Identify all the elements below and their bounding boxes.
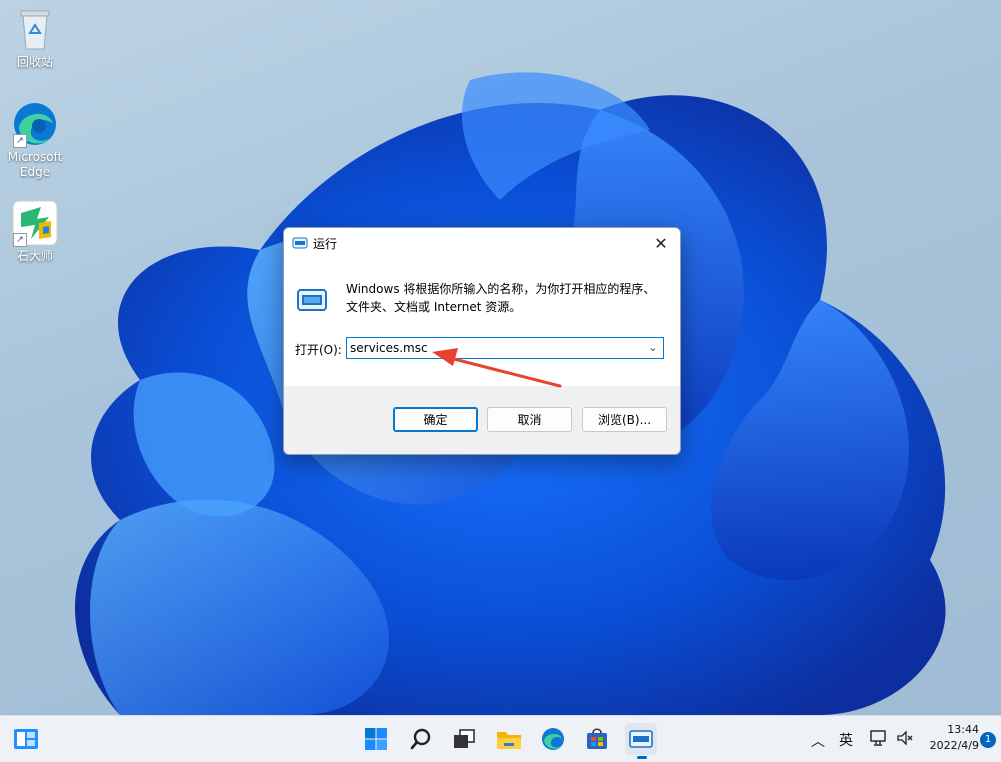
open-input[interactable]	[350, 340, 640, 356]
shortcut-arrow-icon: ↗	[13, 233, 27, 247]
network-icon	[870, 730, 888, 746]
desktop-icon-edge[interactable]: ↗ Microsoft Edge	[0, 100, 70, 180]
search-button[interactable]	[405, 723, 437, 755]
ime-indicator[interactable]: 英	[839, 730, 853, 750]
taskbar: ︿ 英 13:44 2022/4/9 1	[0, 715, 1001, 762]
close-icon: ✕	[654, 234, 667, 253]
dialog-titlebar[interactable]: 运行 ✕	[284, 228, 680, 258]
network-button[interactable]	[870, 730, 888, 749]
volume-button[interactable]	[896, 730, 914, 749]
edge-icon	[541, 727, 565, 751]
browse-button[interactable]: 浏览(B)...	[582, 407, 667, 432]
search-icon	[410, 728, 432, 750]
close-button[interactable]: ✕	[642, 228, 680, 258]
active-indicator	[637, 756, 647, 759]
desktop-icon-label: 回收站	[17, 55, 53, 69]
desktop-icon-label: 石大师	[17, 249, 53, 263]
widgets-icon	[13, 728, 39, 750]
volume-muted-icon	[896, 730, 914, 746]
run-dialog: 运行 ✕ Windows 将根据你所输入的名称，为你打开相应的程序、文件夹、文档…	[283, 227, 681, 455]
dialog-description: Windows 将根据你所输入的名称，为你打开相应的程序、文件夹、文档或 Int…	[346, 280, 666, 316]
run-taskbar-button[interactable]	[625, 723, 657, 755]
open-combobox[interactable]: ⌄	[346, 337, 664, 359]
shortcut-arrow-icon: ↗	[13, 134, 27, 148]
start-icon	[364, 727, 388, 751]
store-button[interactable]	[581, 723, 613, 755]
show-hidden-icons-button[interactable]: ︿	[811, 731, 825, 751]
store-icon	[585, 727, 609, 751]
dialog-body: Windows 将根据你所输入的名称，为你打开相应的程序、文件夹、文档或 Int…	[284, 258, 680, 386]
dialog-title: 运行	[313, 235, 337, 252]
clock-date: 2022/4/9	[930, 738, 979, 754]
clock[interactable]: 13:44 2022/4/9	[930, 722, 979, 754]
desktop-icon-recycle-bin[interactable]: 回收站	[0, 5, 70, 70]
clock-time: 13:44	[930, 722, 979, 738]
widgets-button[interactable]	[10, 723, 42, 755]
recycle-bin-icon	[11, 5, 59, 53]
chevron-down-icon[interactable]: ⌄	[646, 340, 660, 356]
ok-button[interactable]: 确定	[393, 407, 478, 432]
start-button[interactable]	[360, 723, 392, 755]
desktop: 回收站 ↗ Microsoft Edge ↗ 石大师	[0, 0, 1001, 715]
cancel-button[interactable]: 取消	[487, 407, 572, 432]
chevron-up-icon: ︿	[811, 734, 825, 750]
task-view-button[interactable]	[448, 723, 480, 755]
edge-icon: ↗	[11, 100, 59, 148]
desktop-icon-shidashi[interactable]: ↗ 石大师	[0, 199, 70, 264]
task-view-icon	[452, 728, 476, 750]
run-icon	[292, 235, 308, 251]
dialog-footer: 确定 取消 浏览(B)...	[284, 386, 680, 454]
run-icon	[629, 729, 653, 749]
file-explorer-button[interactable]	[493, 723, 525, 755]
open-label: 打开(O):	[295, 341, 342, 358]
edge-taskbar-button[interactable]	[537, 723, 569, 755]
notification-badge[interactable]: 1	[980, 732, 996, 748]
run-program-icon	[296, 284, 328, 316]
desktop-icon-label: Microsoft Edge	[8, 150, 63, 179]
shidashi-icon: ↗	[11, 199, 59, 247]
file-explorer-icon	[496, 728, 522, 750]
